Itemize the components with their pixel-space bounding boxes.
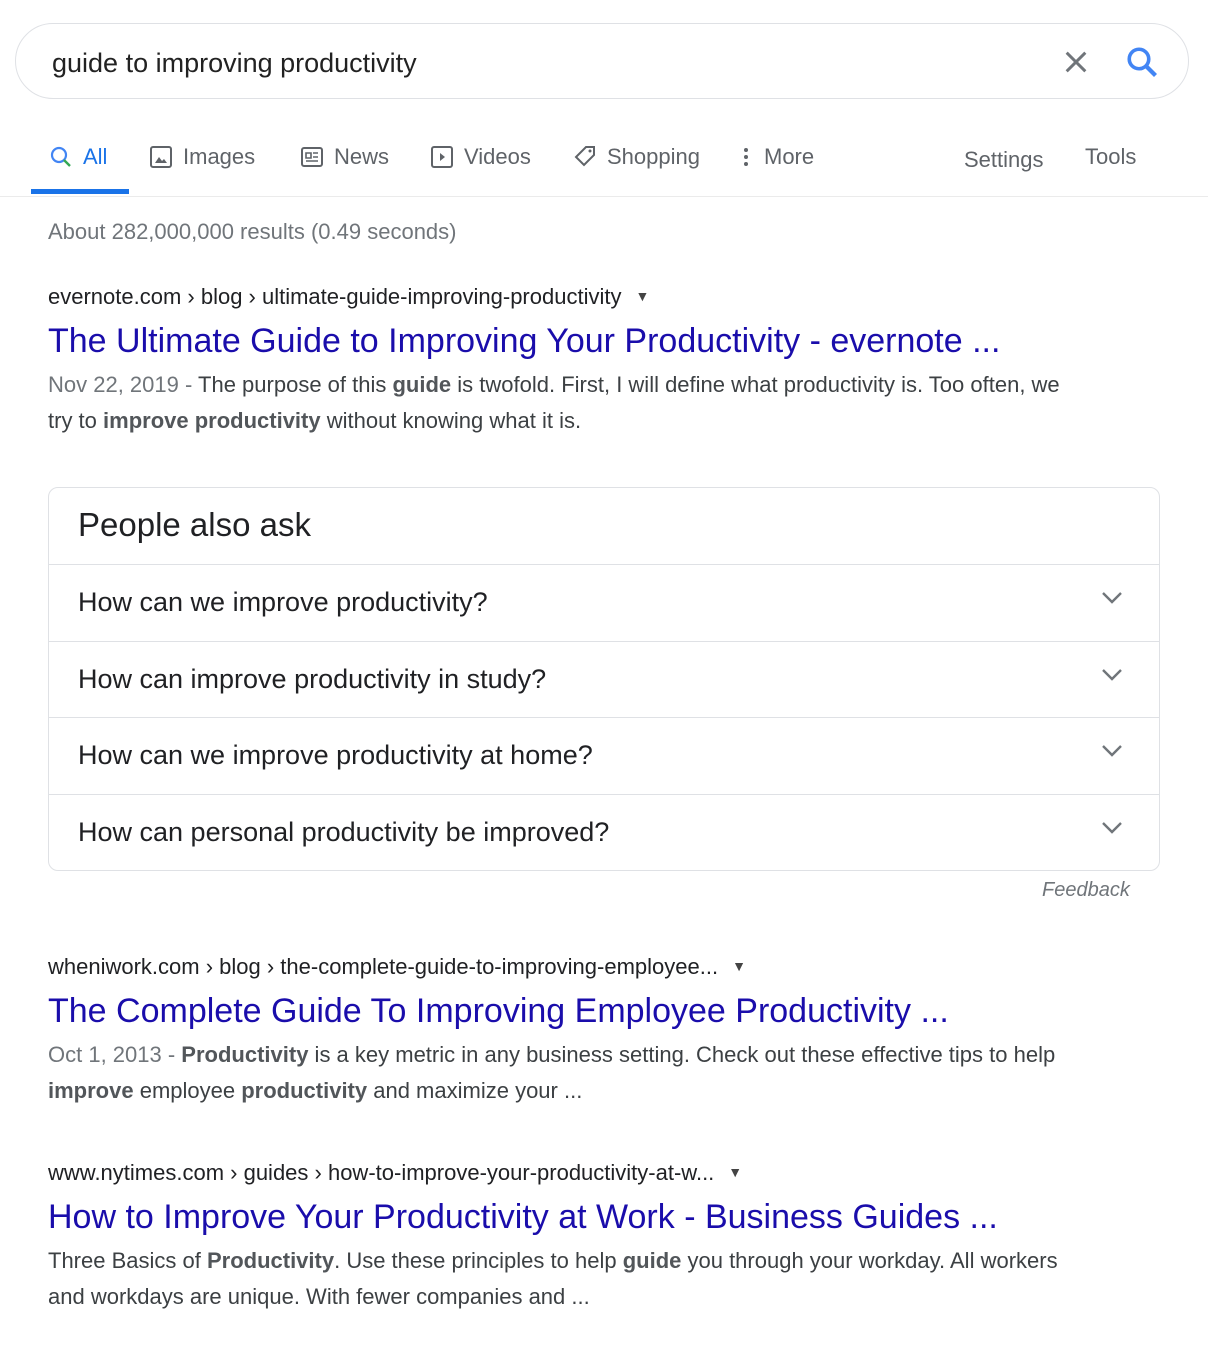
snippet-text: The purpose of this xyxy=(198,372,393,397)
snippet-text: Three Basics of xyxy=(48,1248,207,1273)
snippet-text: employee xyxy=(133,1078,242,1103)
people-also-ask: People also ask How can we improve produ… xyxy=(48,487,1160,871)
chevron-down-icon xyxy=(1102,592,1122,604)
result-title-link[interactable]: The Complete Guide To Improving Employee… xyxy=(48,992,1068,1031)
result-snippet: Oct 1, 2013 - Productivity is a key metr… xyxy=(48,1037,1068,1109)
snippet-highlight: guide xyxy=(622,1248,682,1273)
tab-all[interactable]: All xyxy=(49,144,107,170)
result-url: wheniwork.com › blog › the-complete-guid… xyxy=(48,954,1068,984)
settings-label: Settings xyxy=(964,147,1044,172)
tab-shopping[interactable]: Shopping xyxy=(573,144,700,170)
tab-label: All xyxy=(83,144,108,169)
breadcrumb: wheniwork.com › blog › the-complete-guid… xyxy=(48,954,719,979)
snippet-text: without knowing what it is. xyxy=(320,408,582,433)
result-snippet: Nov 22, 2019 - The purpose of this guide… xyxy=(48,367,1068,439)
tab-videos[interactable]: Videos xyxy=(430,144,531,170)
search-result: www.nytimes.com › guides › how-to-improv… xyxy=(48,1160,1088,1315)
tab-more[interactable]: More xyxy=(738,144,814,170)
snippet-highlight: improve xyxy=(48,1078,134,1103)
result-date: Nov 22, 2019 - xyxy=(48,372,199,397)
question-text: How can we improve productivity at home? xyxy=(78,740,593,770)
paa-question[interactable]: How can improve productivity in study? xyxy=(49,641,1159,718)
tab-images[interactable]: Images xyxy=(149,144,255,170)
search-tabs: All Images News Videos Shopping More Set… xyxy=(0,120,1208,197)
search-box xyxy=(15,23,1189,99)
result-stats: About 282,000,000 results (0.49 seconds) xyxy=(48,219,457,244)
clear-icon[interactable] xyxy=(1060,46,1092,78)
paa-heading: People also ask xyxy=(78,506,311,543)
search-input[interactable] xyxy=(50,42,1014,84)
breadcrumb: www.nytimes.com › guides › how-to-improv… xyxy=(48,1160,715,1185)
question-text: How can improve productivity in study? xyxy=(78,664,547,694)
feedback-link[interactable]: Feedback xyxy=(1042,879,1130,902)
tab-label: Images xyxy=(183,144,256,169)
question-text: How can we improve productivity? xyxy=(78,587,488,617)
result-url: www.nytimes.com › guides › how-to-improv… xyxy=(48,1160,1088,1190)
chevron-down-icon xyxy=(1102,669,1122,681)
breadcrumb: evernote.com › blog › ultimate-guide-imp… xyxy=(48,284,622,309)
settings-link[interactable]: Settings xyxy=(964,147,1044,173)
tag-icon xyxy=(574,146,595,167)
result-url: evernote.com › blog › ultimate-guide-imp… xyxy=(48,284,1068,314)
tools-link[interactable]: Tools xyxy=(1085,144,1136,170)
search-icon xyxy=(50,146,71,167)
paa-question[interactable]: How can we improve productivity? xyxy=(49,564,1159,641)
caret-down-icon[interactable]: ▼ xyxy=(728,1164,742,1180)
result-snippet: Three Basics of Productivity. Use these … xyxy=(48,1243,1088,1315)
tab-news[interactable]: News xyxy=(300,144,389,170)
caret-down-icon[interactable]: ▼ xyxy=(635,288,649,304)
snippet-highlight: guide xyxy=(392,372,452,397)
tab-label: More xyxy=(764,144,815,169)
snippet-text: . Use these principles to help xyxy=(334,1248,623,1273)
result-title-link[interactable]: How to Improve Your Productivity at Work… xyxy=(48,1198,1088,1237)
play-icon xyxy=(431,146,453,168)
snippet-highlight: productivity xyxy=(241,1078,368,1103)
search-result: evernote.com › blog › ultimate-guide-imp… xyxy=(48,284,1068,439)
search-icon[interactable] xyxy=(1124,44,1160,80)
chevron-down-icon xyxy=(1102,822,1122,834)
question-text: How can personal productivity be improve… xyxy=(78,817,610,847)
snippet-highlight: improve productivity xyxy=(103,408,321,433)
paa-question[interactable]: How can personal productivity be improve… xyxy=(49,794,1159,871)
tools-label: Tools xyxy=(1085,144,1137,169)
news-icon xyxy=(301,147,323,167)
caret-down-icon[interactable]: ▼ xyxy=(732,958,746,974)
tab-label: Shopping xyxy=(607,144,700,169)
snippet-highlight: Productivity xyxy=(206,1248,335,1273)
result-title-link[interactable]: The Ultimate Guide to Improving Your Pro… xyxy=(48,322,1068,361)
tab-label: Videos xyxy=(464,144,531,169)
paa-question[interactable]: How can we improve productivity at home? xyxy=(49,717,1159,794)
snippet-text: and maximize your ... xyxy=(367,1078,583,1103)
search-result: wheniwork.com › blog › the-complete-guid… xyxy=(48,954,1068,1109)
snippet-highlight: Productivity xyxy=(181,1042,309,1067)
image-icon xyxy=(150,146,172,168)
snippet-text: is a key metric in any business setting.… xyxy=(308,1042,1056,1067)
result-date: Oct 1, 2013 - xyxy=(48,1042,182,1067)
tab-label: News xyxy=(334,144,390,169)
more-vert-icon xyxy=(744,148,748,166)
chevron-down-icon xyxy=(1102,745,1122,757)
active-tab-indicator xyxy=(31,189,129,194)
